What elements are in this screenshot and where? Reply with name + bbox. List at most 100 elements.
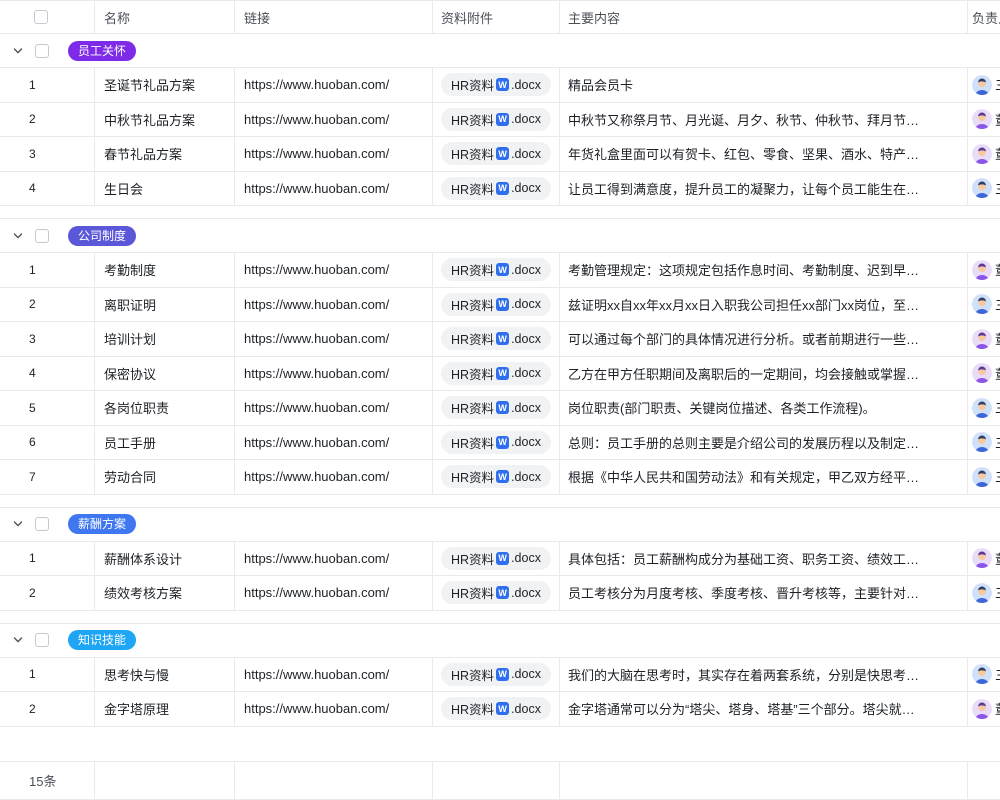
attachment-chip[interactable]: HR资料W.docx (441, 396, 551, 419)
owner-cell[interactable]: 三 (968, 658, 1000, 692)
attachment-cell[interactable]: HR资料W.docx (433, 253, 560, 287)
attachment-cell[interactable]: HR资料W.docx (433, 460, 560, 494)
name-cell[interactable]: 思考快与慢 (95, 658, 235, 692)
attachment-chip[interactable]: HR资料W.docx (441, 327, 551, 350)
link-cell[interactable]: https://www.huoban.com/ (235, 103, 433, 137)
name-cell[interactable]: 圣诞节礼品方案 (95, 68, 235, 102)
owner-cell[interactable]: 三 (968, 576, 1000, 610)
attachment-chip[interactable]: HR资料W.docx (441, 177, 551, 200)
content-cell[interactable]: 兹证明xx自xx年xx月xx日入职我公司担任xx部门xx岗位，至… (560, 288, 968, 322)
select-all-checkbox[interactable] (34, 10, 48, 24)
attachment-cell[interactable]: HR资料W.docx (433, 68, 560, 102)
attachment-cell[interactable]: HR资料W.docx (433, 322, 560, 356)
content-cell[interactable]: 岗位职责(部门职责、关键岗位描述、各类工作流程)。 (560, 391, 968, 425)
attachment-chip[interactable]: HR资料W.docx (441, 431, 551, 454)
link-cell[interactable]: https://www.huoban.com/ (235, 357, 433, 391)
link-cell[interactable]: https://www.huoban.com/ (235, 68, 433, 102)
group-badge[interactable]: 员工关怀 (68, 41, 136, 61)
group-select-checkbox[interactable] (35, 633, 49, 647)
attachment-chip[interactable]: HR资料W.docx (441, 581, 551, 604)
link-cell[interactable]: https://www.huoban.com/ (235, 391, 433, 425)
owner-cell[interactable]: 董 (968, 692, 1000, 726)
owner-cell[interactable]: 三 (968, 172, 1000, 206)
content-cell[interactable]: 总则：员工手册的总则主要是介绍公司的发展历程以及制定… (560, 426, 968, 460)
name-cell[interactable]: 各岗位职责 (95, 391, 235, 425)
column-header-content[interactable]: 主要内容 (560, 1, 968, 33)
group-badge[interactable]: 薪酬方案 (68, 514, 136, 534)
group-select-checkbox[interactable] (35, 229, 49, 243)
owner-cell[interactable]: 董 (968, 137, 1000, 171)
name-cell[interactable]: 离职证明 (95, 288, 235, 322)
attachment-cell[interactable]: HR资料W.docx (433, 357, 560, 391)
link-cell[interactable]: https://www.huoban.com/ (235, 576, 433, 610)
group-badge[interactable]: 公司制度 (68, 226, 136, 246)
attachment-chip[interactable]: HR资料W.docx (441, 142, 551, 165)
name-cell[interactable]: 培训计划 (95, 322, 235, 356)
attachment-cell[interactable]: HR资料W.docx (433, 103, 560, 137)
group-select-checkbox[interactable] (35, 517, 49, 531)
name-cell[interactable]: 中秋节礼品方案 (95, 103, 235, 137)
column-header-owner[interactable]: 负责人 (968, 1, 1000, 33)
owner-cell[interactable]: 三 (968, 68, 1000, 102)
chevron-down-icon[interactable] (13, 231, 23, 241)
content-cell[interactable]: 根据《中华人民共和国劳动法》和有关规定，甲乙双方经平… (560, 460, 968, 494)
attachment-cell[interactable]: HR资料W.docx (433, 137, 560, 171)
link-cell[interactable]: https://www.huoban.com/ (235, 542, 433, 576)
link-cell[interactable]: https://www.huoban.com/ (235, 137, 433, 171)
content-cell[interactable]: 年货礼盒里面可以有贺卡、红包、零食、坚果、酒水、特产… (560, 137, 968, 171)
content-cell[interactable]: 员工考核分为月度考核、季度考核、晋升考核等，主要针对… (560, 576, 968, 610)
link-cell[interactable]: https://www.huoban.com/ (235, 426, 433, 460)
content-cell[interactable]: 我们的大脑在思考时，其实存在着两套系统，分别是快思考… (560, 658, 968, 692)
owner-cell[interactable]: 三 (968, 460, 1000, 494)
owner-cell[interactable]: 三 (968, 288, 1000, 322)
owner-cell[interactable]: 董 (968, 322, 1000, 356)
link-cell[interactable]: https://www.huoban.com/ (235, 288, 433, 322)
content-cell[interactable]: 让员工得到满意度，提升员工的凝聚力，让每个员工能生在… (560, 172, 968, 206)
content-cell[interactable]: 金字塔通常可以分为“塔尖、塔身、塔基”三个部分。塔尖就… (560, 692, 968, 726)
link-cell[interactable]: https://www.huoban.com/ (235, 253, 433, 287)
owner-cell[interactable]: 董 (968, 357, 1000, 391)
column-header-name[interactable]: 名称 (95, 1, 235, 33)
content-cell[interactable]: 中秋节又称祭月节、月光诞、月夕、秋节、仲秋节、拜月节… (560, 103, 968, 137)
owner-cell[interactable]: 三 (968, 391, 1000, 425)
name-cell[interactable]: 员工手册 (95, 426, 235, 460)
link-cell[interactable]: https://www.huoban.com/ (235, 658, 433, 692)
owner-cell[interactable]: 董 (968, 103, 1000, 137)
attachment-chip[interactable]: HR资料W.docx (441, 362, 551, 385)
column-header-attachment[interactable]: 资料附件 (433, 1, 560, 33)
name-cell[interactable]: 绩效考核方案 (95, 576, 235, 610)
owner-cell[interactable]: 三 (968, 426, 1000, 460)
name-cell[interactable]: 保密协议 (95, 357, 235, 391)
link-cell[interactable]: https://www.huoban.com/ (235, 322, 433, 356)
link-cell[interactable]: https://www.huoban.com/ (235, 172, 433, 206)
name-cell[interactable]: 生日会 (95, 172, 235, 206)
attachment-chip[interactable]: HR资料W.docx (441, 108, 551, 131)
column-header-link[interactable]: 链接 (235, 1, 433, 33)
content-cell[interactable]: 乙方在甲方任职期间及离职后的一定期间，均会接触或掌握… (560, 357, 968, 391)
content-cell[interactable]: 考勤管理规定：这项规定包括作息时间、考勤制度、迟到早… (560, 253, 968, 287)
name-cell[interactable]: 考勤制度 (95, 253, 235, 287)
chevron-down-icon[interactable] (13, 519, 23, 529)
name-cell[interactable]: 春节礼品方案 (95, 137, 235, 171)
attachment-cell[interactable]: HR资料W.docx (433, 576, 560, 610)
name-cell[interactable]: 金字塔原理 (95, 692, 235, 726)
attachment-cell[interactable]: HR资料W.docx (433, 658, 560, 692)
attachment-chip[interactable]: HR资料W.docx (441, 465, 551, 488)
attachment-chip[interactable]: HR资料W.docx (441, 663, 551, 686)
owner-cell[interactable]: 董 (968, 253, 1000, 287)
link-cell[interactable]: https://www.huoban.com/ (235, 692, 433, 726)
attachment-cell[interactable]: HR资料W.docx (433, 288, 560, 322)
attachment-chip[interactable]: HR资料W.docx (441, 293, 551, 316)
attachment-cell[interactable]: HR资料W.docx (433, 692, 560, 726)
owner-cell[interactable]: 董 (968, 542, 1000, 576)
name-cell[interactable]: 薪酬体系设计 (95, 542, 235, 576)
content-cell[interactable]: 精品会员卡 (560, 68, 968, 102)
group-select-checkbox[interactable] (35, 44, 49, 58)
attachment-chip[interactable]: HR资料W.docx (441, 547, 551, 570)
content-cell[interactable]: 可以通过每个部门的具体情况进行分析。或者前期进行一些… (560, 322, 968, 356)
group-badge[interactable]: 知识技能 (68, 630, 136, 650)
attachment-cell[interactable]: HR资料W.docx (433, 172, 560, 206)
attachment-cell[interactable]: HR资料W.docx (433, 426, 560, 460)
attachment-cell[interactable]: HR资料W.docx (433, 542, 560, 576)
chevron-down-icon[interactable] (13, 46, 23, 56)
